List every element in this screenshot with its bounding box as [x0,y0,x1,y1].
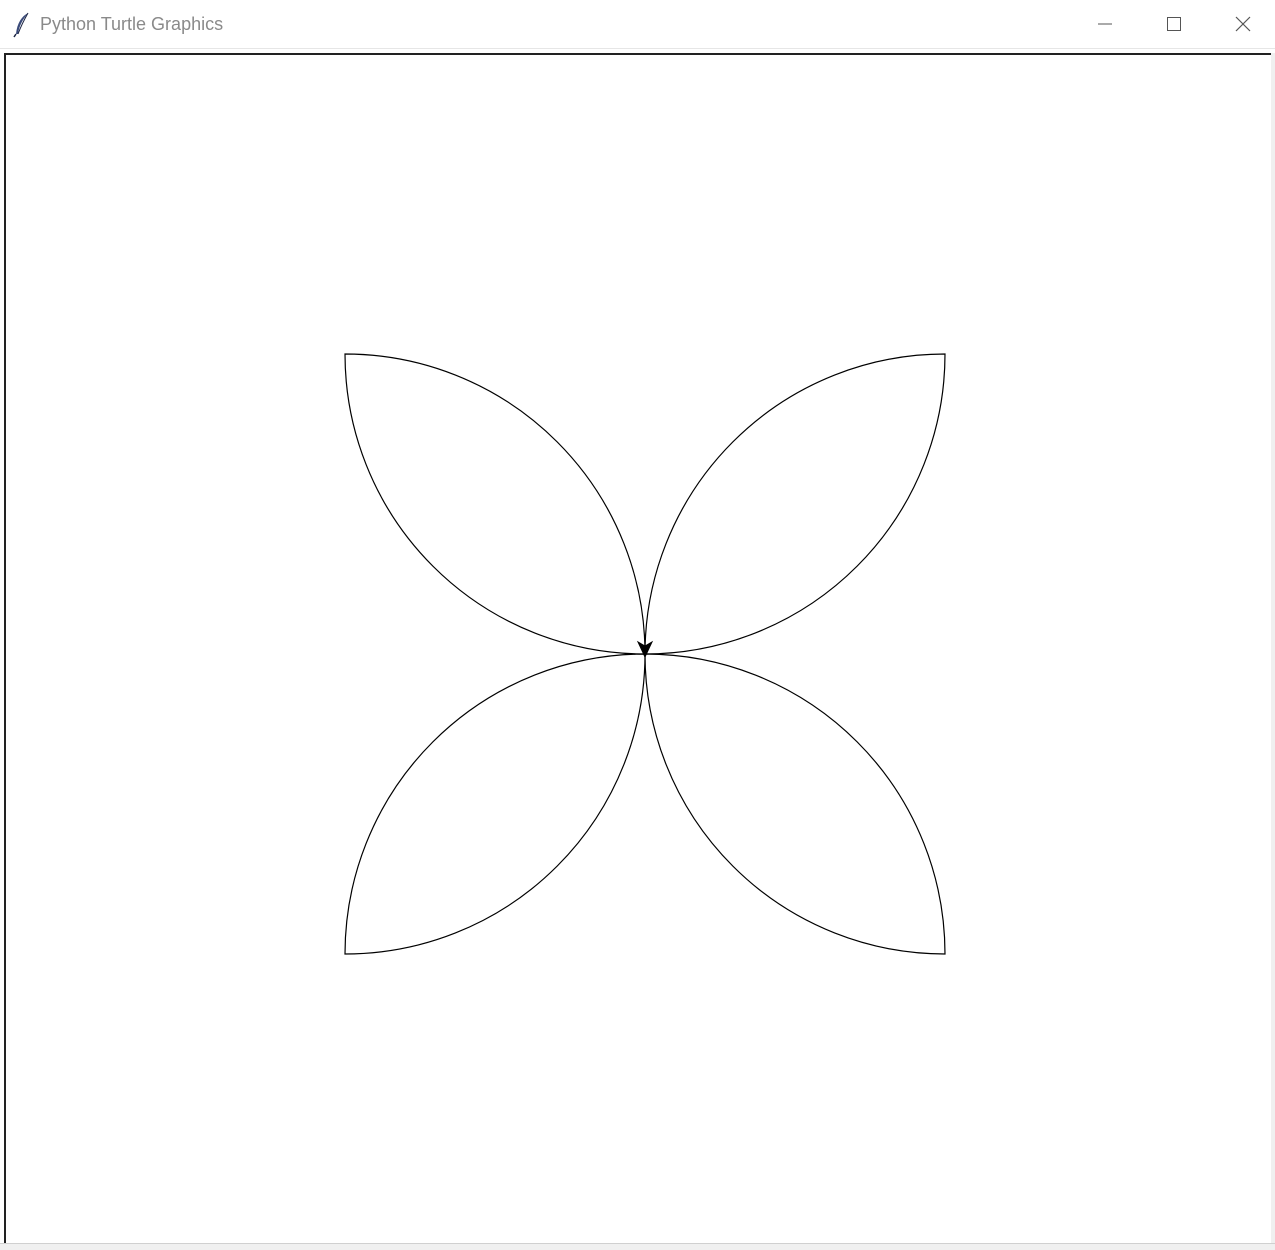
petal-bottom-right [644,653,946,955]
turtle-window: Python Turtle Graphics [0,0,1275,1250]
petal-top-left [344,353,646,655]
flower-drawing [344,353,946,955]
petal-top-right [644,353,946,655]
petal-bottom-left [344,653,646,955]
